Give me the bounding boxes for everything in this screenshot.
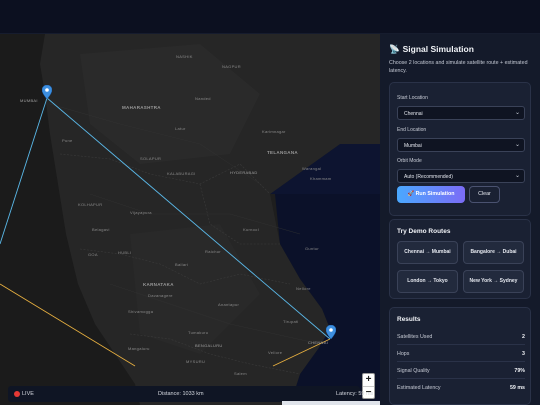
demo-route-newyork-sydney[interactable]: New York → Sydney xyxy=(463,270,524,293)
satellite-icon: 📡 xyxy=(389,44,400,54)
map-label: Khammam xyxy=(310,176,332,181)
map-label: CHENNAI xyxy=(308,340,329,345)
result-value: 2 xyxy=(522,334,525,340)
end-marker-pin-icon[interactable] xyxy=(326,325,336,339)
demo-route-chennai-mumbai[interactable]: Chennai → Mumbai xyxy=(397,241,458,264)
zoom-in-button[interactable]: + xyxy=(363,374,374,387)
map-label: Vijayapura xyxy=(130,210,152,215)
map-base xyxy=(0,34,380,405)
status-bar: LIVE Distance: 1033 km Latency: 59 ms xyxy=(8,386,373,402)
panel-title: 📡 Signal Simulation xyxy=(389,44,474,55)
map-label: MYSURU xyxy=(186,359,206,364)
map-label: Davanagere xyxy=(148,293,173,298)
map-label: Guntur xyxy=(305,246,320,251)
chevron-down-icon: ⌄ xyxy=(514,110,520,116)
results-title: Results xyxy=(397,316,421,323)
latency-readout: Latency: 59 ms xyxy=(336,391,374,397)
clear-button[interactable]: Clear xyxy=(469,186,500,203)
map-label: Shivamogga xyxy=(128,309,154,314)
orbit-mode-label: Orbit Mode xyxy=(397,158,422,164)
end-location-label: End Location xyxy=(397,127,427,133)
demo-routes-title: Try Demo Routes xyxy=(397,228,451,235)
run-simulation-button[interactable]: 🚀 Run Simulation xyxy=(397,186,465,203)
result-row: Hops 3 xyxy=(397,346,525,362)
result-key: Signal Quality xyxy=(397,368,430,374)
demo-routes-card: Try Demo Routes Chennai → Mumbai Bangalo… xyxy=(389,219,531,299)
map-label: BENGALURU xyxy=(195,343,223,348)
result-key: Satellites Used xyxy=(397,334,433,340)
side-panel: 📡 Signal Simulation Choose 2 locations an… xyxy=(380,34,540,405)
end-location-select[interactable]: Mumbai ⌄ xyxy=(397,138,525,152)
result-key: Estimated Latency xyxy=(397,385,441,391)
map-view[interactable]: MUMBAI NASHIK MAHARASHTRA NAGPUR TELANGA… xyxy=(0,34,380,405)
map-label: Karimnagar xyxy=(262,129,286,134)
map-label: Pune xyxy=(62,138,73,143)
result-row: Satellites Used 2 xyxy=(397,329,525,345)
start-location-label: Start Location xyxy=(397,95,428,101)
map-label: Ballari xyxy=(175,262,189,267)
start-marker-pin-icon[interactable] xyxy=(42,85,52,99)
live-label: LIVE xyxy=(22,391,34,397)
start-location-select[interactable]: Chennai ⌄ xyxy=(397,106,525,120)
result-row: Signal Quality 79% xyxy=(397,363,525,379)
app-root: MUMBAI NASHIK MAHARASHTRA NAGPUR TELANGA… xyxy=(0,0,540,405)
map-label: Mangaluru xyxy=(128,346,150,351)
map-label: Vellore xyxy=(268,350,283,355)
end-location-value: Mumbai xyxy=(404,143,422,149)
top-bar xyxy=(0,0,540,34)
demo-route-bangalore-dubai[interactable]: Bangalore → Dubai xyxy=(463,241,524,264)
map-label: HYDERABAD xyxy=(230,170,258,175)
map-label: KARNATAKA xyxy=(143,282,174,287)
result-row: Estimated Latency 59 ms xyxy=(397,380,525,396)
map-label: KOLHAPUR xyxy=(78,202,103,207)
map-label: KALABURAGI xyxy=(167,171,196,176)
simulation-form: Start Location Chennai ⌄ End Location Mu… xyxy=(389,82,531,216)
map-label: NASHIK xyxy=(176,54,193,59)
map-label: Tumakuru xyxy=(188,330,209,335)
map-label: Raichur xyxy=(205,249,221,254)
map-label: MAHARASHTRA xyxy=(122,105,161,110)
result-key: Hops xyxy=(397,351,410,357)
map-label: Belagavi xyxy=(92,227,110,232)
results-card: Results Satellites Used 2 Hops 3 Signal … xyxy=(389,307,531,405)
result-value: 3 xyxy=(522,351,525,357)
panel-title-text: Signal Simulation xyxy=(402,44,474,54)
distance-readout: Distance: 1033 km xyxy=(158,391,204,397)
map-label: GOA xyxy=(88,252,98,257)
map-label: HUBLI xyxy=(118,250,132,255)
map-label: Latur xyxy=(175,126,186,131)
panel-subtitle: Choose 2 locations and simulate satellit… xyxy=(389,60,528,74)
map-label: Nellore xyxy=(296,286,311,291)
map-label: Warangal xyxy=(302,166,322,171)
demo-route-london-tokyo[interactable]: London → Tokyo xyxy=(397,270,458,293)
chevron-down-icon: ⌄ xyxy=(514,142,520,148)
orbit-mode-select[interactable]: Auto (Recommended) ⌄ xyxy=(397,169,525,183)
map-label: Nanded xyxy=(195,96,211,101)
live-indicator-icon xyxy=(14,391,20,397)
map-label: NAGPUR xyxy=(222,64,241,69)
map-label: SOLAPUR xyxy=(140,156,162,161)
map-label: TELANGANA xyxy=(267,150,298,155)
result-value: 79% xyxy=(514,368,525,374)
map-label: MUMBAI xyxy=(20,98,38,103)
map-label: Kurnool xyxy=(243,227,259,232)
map-attribution xyxy=(282,401,380,405)
chevron-down-icon: ⌄ xyxy=(514,173,520,179)
start-location-value: Chennai xyxy=(404,111,423,117)
orbit-mode-value: Auto (Recommended) xyxy=(404,174,453,180)
map-label: Tirupati xyxy=(283,319,299,324)
map-label: Anantapur xyxy=(218,302,240,307)
result-value: 59 ms xyxy=(509,385,525,391)
map-label: Salem xyxy=(234,371,247,376)
